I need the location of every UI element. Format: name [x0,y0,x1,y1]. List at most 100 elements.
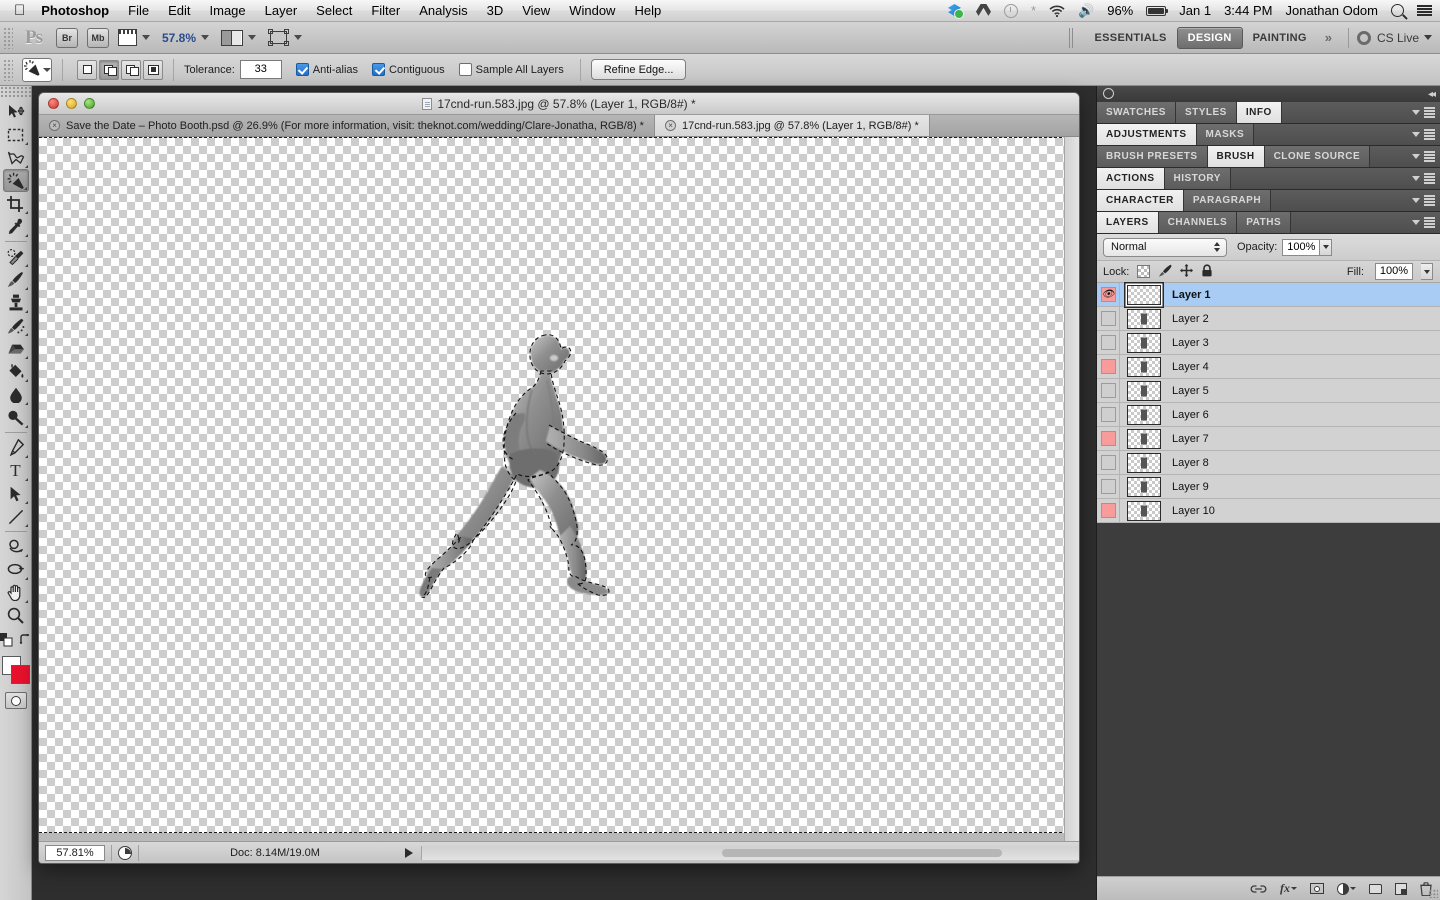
menu-photoshop[interactable]: Photoshop [41,3,109,18]
layer-name[interactable]: Layer 4 [1172,361,1209,373]
chevron-down-icon[interactable] [1412,110,1420,115]
layer-thumbnail[interactable] [1127,501,1161,521]
layer-thumbnail[interactable] [1127,285,1161,305]
color-swatches[interactable] [2,656,30,684]
tool-history-brush[interactable] [3,314,29,337]
swap-colors-icon[interactable] [19,634,32,649]
menu-bar-username[interactable]: Jonathan Odom [1285,3,1378,18]
layer-name[interactable]: Layer 8 [1172,457,1209,469]
layer-style-button[interactable]: fx [1280,881,1297,897]
view-extras-button[interactable] [118,29,150,46]
opacity-input[interactable]: 100% [1282,239,1320,256]
layer-visibility-cell[interactable] [1097,475,1120,498]
document-tab-save-the-date[interactable]: × Save the Date – Photo Booth.psd @ 26.9… [39,115,655,136]
eye-icon[interactable] [1101,503,1116,518]
tool-line-shape[interactable] [3,505,29,528]
image-canvas[interactable] [39,137,1067,833]
layer-visibility-cell[interactable] [1097,451,1120,474]
tab-swatches[interactable]: SWATCHES [1097,102,1176,123]
launch-bridge-button[interactable]: Br [56,28,78,48]
eye-icon[interactable]: 👁 [1101,287,1116,302]
sample-all-layers-checkbox[interactable] [459,63,472,76]
document-info-icon[interactable] [118,846,132,860]
tool-clone-stamp[interactable] [3,291,29,314]
layer-visibility-cell[interactable] [1097,379,1120,402]
tool-eyedropper[interactable] [3,215,29,238]
layer-visibility-cell[interactable] [1097,427,1120,450]
fill-dropdown-button[interactable] [1421,263,1433,280]
tool-lasso[interactable] [3,146,29,169]
tool-dodge[interactable] [3,406,29,429]
eye-icon[interactable] [1101,311,1116,326]
tab-paragraph[interactable]: PARAGRAPH [1184,190,1271,211]
layer-name[interactable]: Layer 2 [1172,313,1209,325]
eye-icon[interactable] [1101,383,1116,398]
lock-position-icon[interactable] [1180,264,1193,280]
layer-row-1[interactable]: 👁 Layer 1 [1097,283,1440,307]
chevron-down-icon[interactable] [1412,220,1420,225]
chevron-double-right-icon[interactable]: » [1325,30,1332,45]
tool-crop[interactable] [3,192,29,215]
layer-thumbnail[interactable] [1127,453,1161,473]
tool-3d-camera-rotate[interactable] [3,558,29,581]
menu-image[interactable]: Image [210,3,246,18]
tab-styles[interactable]: STYLES [1176,102,1237,123]
close-icon[interactable]: × [665,120,676,131]
document-proxy-icon[interactable] [422,98,432,110]
wifi-icon[interactable] [1049,5,1065,17]
zoom-level-dropdown[interactable]: 57.8% [162,31,209,45]
cs-live-button[interactable]: CS Live [1357,31,1432,45]
apple-menu-icon[interactable]:  [14,3,25,18]
app-bar-grip[interactable] [3,27,13,49]
tool-gradient[interactable] [3,383,29,406]
tool-pen[interactable] [3,436,29,459]
layer-name[interactable]: Layer 10 [1172,505,1215,517]
canvas-scroll-area[interactable] [39,137,1067,841]
tab-paths[interactable]: PATHS [1237,212,1291,233]
menu-3d[interactable]: 3D [487,3,504,18]
layer-row-7[interactable]: Layer 7 [1097,427,1440,451]
add-to-selection-button[interactable] [99,60,119,80]
status-expand-icon[interactable] [405,848,413,858]
layer-thumbnail[interactable] [1127,381,1161,401]
menu-bar-clock[interactable]: 3:44 PM [1224,3,1272,18]
tool-path-selection[interactable] [3,482,29,505]
layer-name[interactable]: Layer 7 [1172,433,1209,445]
layer-thumbnail[interactable] [1127,357,1161,377]
layer-row-9[interactable]: Layer 9 [1097,475,1440,499]
tab-masks[interactable]: MASKS [1197,124,1255,145]
menu-select[interactable]: Select [316,3,352,18]
tool-rectangular-marquee[interactable] [3,123,29,146]
layer-row-4[interactable]: Layer 4 [1097,355,1440,379]
quick-mask-button[interactable] [5,692,27,709]
fill-input[interactable]: 100% [1375,263,1413,280]
refine-edge-button[interactable]: Refine Edge... [591,59,687,80]
layer-name[interactable]: Layer 9 [1172,481,1209,493]
layer-thumbnail[interactable] [1127,309,1161,329]
bluetooth-icon[interactable]: * [1031,3,1036,18]
add-layer-mask-button[interactable] [1310,881,1324,897]
sample-all-layers-checkbox-row[interactable]: Sample All Layers [459,63,564,76]
opacity-dropdown-button[interactable] [1320,239,1332,256]
eye-icon[interactable] [1101,335,1116,350]
menu-filter[interactable]: Filter [371,3,400,18]
panel-menu-icon[interactable] [1424,129,1435,140]
tool-hand[interactable] [3,581,29,604]
contiguous-checkbox-row[interactable]: Contiguous [372,63,445,76]
close-icon[interactable]: × [49,120,60,131]
notification-center-icon[interactable] [1417,5,1432,17]
panel-menu-icon[interactable] [1424,107,1435,118]
panel-menu-icon[interactable] [1424,173,1435,184]
dropbox-icon[interactable] [948,3,963,18]
tool-paint-bucket[interactable] [3,360,29,383]
tool-move[interactable] [3,100,29,123]
layer-visibility-cell[interactable] [1097,355,1120,378]
layer-thumbnail[interactable] [1127,429,1161,449]
layer-row-3[interactable]: Layer 3 [1097,331,1440,355]
current-tool-preset-picker[interactable] [22,58,52,82]
lock-all-icon[interactable] [1201,264,1213,280]
tab-brush[interactable]: BRUSH [1208,146,1265,167]
contiguous-checkbox[interactable] [372,63,385,76]
tool-horizontal-type[interactable]: T [3,459,29,482]
tab-character[interactable]: CHARACTER [1097,190,1184,211]
